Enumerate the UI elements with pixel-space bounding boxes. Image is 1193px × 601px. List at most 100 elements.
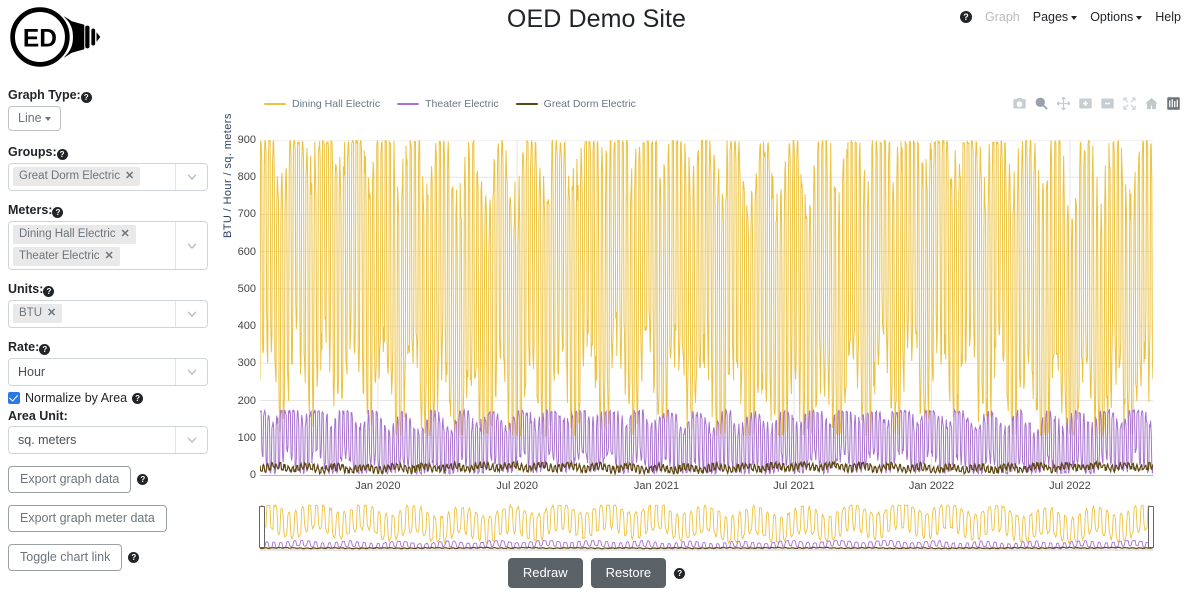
legend-item-dining-hall-electric[interactable]: Dining Hall Electric [264, 98, 380, 110]
export-graph-meter-data-row: Export graph meter data [8, 505, 208, 532]
chevron-down-icon[interactable] [175, 301, 207, 327]
help-circle-icon[interactable]: ? [959, 11, 972, 23]
redraw-button[interactable]: Redraw [507, 558, 583, 588]
close-icon[interactable]: ✕ [121, 227, 130, 241]
legend-swatch [264, 103, 286, 105]
chevron-down-icon[interactable] [175, 427, 207, 453]
y-axis-tick-label: 800 [237, 171, 256, 184]
help-circle-icon[interactable]: ? [39, 344, 51, 355]
chevron-down-icon [1136, 15, 1143, 20]
help-circle-icon[interactable]: ? [43, 286, 55, 297]
range-slider-handle-right[interactable] [1148, 506, 1154, 548]
x-axis-line [260, 475, 1153, 476]
meters-chip[interactable]: Theater Electric ✕ [13, 247, 120, 266]
y-axis-tick-label: 400 [237, 320, 256, 333]
x-axis-tick-label: Jan 2021 [633, 480, 680, 492]
meters-label-text: Meters: [8, 203, 53, 217]
y-axis-ticks: 0 100 200 300 400 500 600 700 800 900 [212, 134, 256, 481]
groups-label-text: Groups: [8, 145, 57, 159]
units-chip-label: BTU [19, 307, 42, 319]
plotly-modebar [1011, 95, 1182, 112]
top-navigation: ? Graph Pages Options Help [959, 10, 1181, 24]
export-graph-data-button[interactable]: Export graph data [8, 466, 132, 493]
rate-value: Hour [18, 365, 46, 379]
y-axis-tick-label: 300 [237, 357, 256, 370]
nav-item-pages-label: Pages [1032, 10, 1069, 24]
units-select[interactable]: BTU ✕ [8, 300, 208, 328]
rate-select[interactable]: Hour [8, 358, 208, 386]
y-axis-tick-label: 0 [249, 469, 256, 481]
rate-label: Rate:? [8, 340, 208, 355]
meters-chip[interactable]: Dining Hall Electric ✕ [13, 225, 136, 244]
y-axis-tick-label: 100 [237, 431, 256, 444]
help-circle-icon[interactable]: ? [674, 567, 686, 579]
range-slider-handle-left[interactable] [259, 506, 265, 548]
close-icon[interactable]: ✕ [105, 249, 114, 263]
toggle-spikelines-icon[interactable] [1165, 95, 1182, 112]
chevron-down-icon[interactable] [175, 222, 207, 269]
legend-label: Theater Electric [425, 98, 499, 110]
chart-container: Dining Hall Electric Theater Electric Gr… [212, 86, 1184, 566]
units-label: Units:? [8, 282, 208, 297]
groups-chip[interactable]: Great Dorm Electric ✕ [13, 167, 141, 186]
legend-item-great-dorm-electric[interactable]: Great Dorm Electric [515, 98, 636, 110]
y-axis-tick-label: 200 [237, 394, 256, 407]
meters-chip-label: Dining Hall Electric [19, 228, 116, 240]
y-axis-tick-label: 600 [237, 245, 256, 258]
zoom-in-icon[interactable] [1077, 95, 1094, 112]
meters-select[interactable]: Dining Hall Electric ✕ Theater Electric … [8, 221, 208, 270]
help-circle-icon[interactable]: ? [137, 474, 149, 485]
graph-type-dropdown[interactable]: Line [8, 106, 61, 131]
plot-svg [259, 138, 1154, 477]
normalize-by-area-checkbox[interactable] [8, 392, 20, 404]
units-chip[interactable]: BTU ✕ [13, 304, 63, 323]
x-axis-tick-label: Jul 2022 [1049, 480, 1091, 492]
export-graph-meter-data-button[interactable]: Export graph meter data [8, 505, 167, 532]
series-line-theater-electric [259, 408, 1154, 476]
sidebar: Graph Type:? Line Groups:? Great Dorm El… [8, 88, 208, 571]
nav-item-graph[interactable]: Graph [985, 10, 1020, 24]
legend-item-theater-electric[interactable]: Theater Electric [397, 98, 499, 110]
nav-item-options[interactable]: Options [1090, 10, 1143, 24]
zoom-out-icon[interactable] [1099, 95, 1116, 112]
series-line-dining-hall-electric [259, 138, 1154, 438]
rate-label-text: Rate: [8, 340, 40, 354]
pan-icon[interactable] [1055, 95, 1072, 112]
groups-label: Groups:? [8, 145, 208, 160]
camera-icon[interactable] [1011, 95, 1028, 112]
close-icon[interactable]: ✕ [125, 169, 134, 183]
normalize-by-area-label: Normalize by Area [25, 391, 128, 405]
chevron-down-icon[interactable] [175, 164, 207, 190]
nav-item-options-label: Options [1090, 10, 1134, 24]
y-axis-tick-label: 700 [237, 208, 256, 221]
range-slider[interactable] [259, 503, 1154, 551]
x-axis-ticks: Jan 2020 Jul 2020 Jan 2021 Jul 2021 Jan 2022… [260, 480, 1153, 496]
close-icon[interactable]: ✕ [47, 306, 56, 320]
x-axis-tick-label: Jul 2021 [773, 480, 815, 492]
nav-item-pages[interactable]: Pages [1032, 10, 1078, 24]
area-unit-label: Area Unit: [8, 409, 68, 423]
x-axis-tick-label: Jan 2022 [908, 480, 955, 492]
nav-item-help[interactable]: Help [1155, 10, 1181, 24]
legend-swatch [515, 102, 538, 106]
area-unit-select[interactable]: sq. meters [8, 426, 208, 454]
autoscale-icon[interactable] [1121, 95, 1138, 112]
graph-type-label: Graph Type:? [8, 88, 208, 103]
help-circle-icon[interactable]: ? [80, 92, 92, 103]
help-circle-icon[interactable]: ? [132, 392, 144, 404]
reset-axes-icon[interactable] [1143, 95, 1160, 112]
zoom-icon[interactable] [1033, 95, 1050, 112]
plot-area[interactable] [259, 138, 1154, 477]
groups-select[interactable]: Great Dorm Electric ✕ [8, 163, 208, 191]
legend-label: Dining Hall Electric [292, 98, 381, 110]
restore-button[interactable]: Restore [590, 558, 667, 588]
app-root: ED OED Demo Site ? Graph Pages Options H… [0, 0, 1193, 601]
graph-type-label-text: Graph Type: [8, 88, 81, 102]
chart-legend: Dining Hall Electric Theater Electric Gr… [264, 98, 636, 110]
help-circle-icon[interactable]: ? [52, 207, 64, 218]
help-circle-icon[interactable]: ? [56, 149, 68, 160]
legend-label: Great Dorm Electric [543, 98, 636, 110]
normalize-by-area-row: Normalize by Area ? [8, 391, 208, 405]
chevron-down-icon[interactable] [175, 359, 207, 385]
x-axis-tick-label: Jul 2020 [496, 480, 538, 492]
